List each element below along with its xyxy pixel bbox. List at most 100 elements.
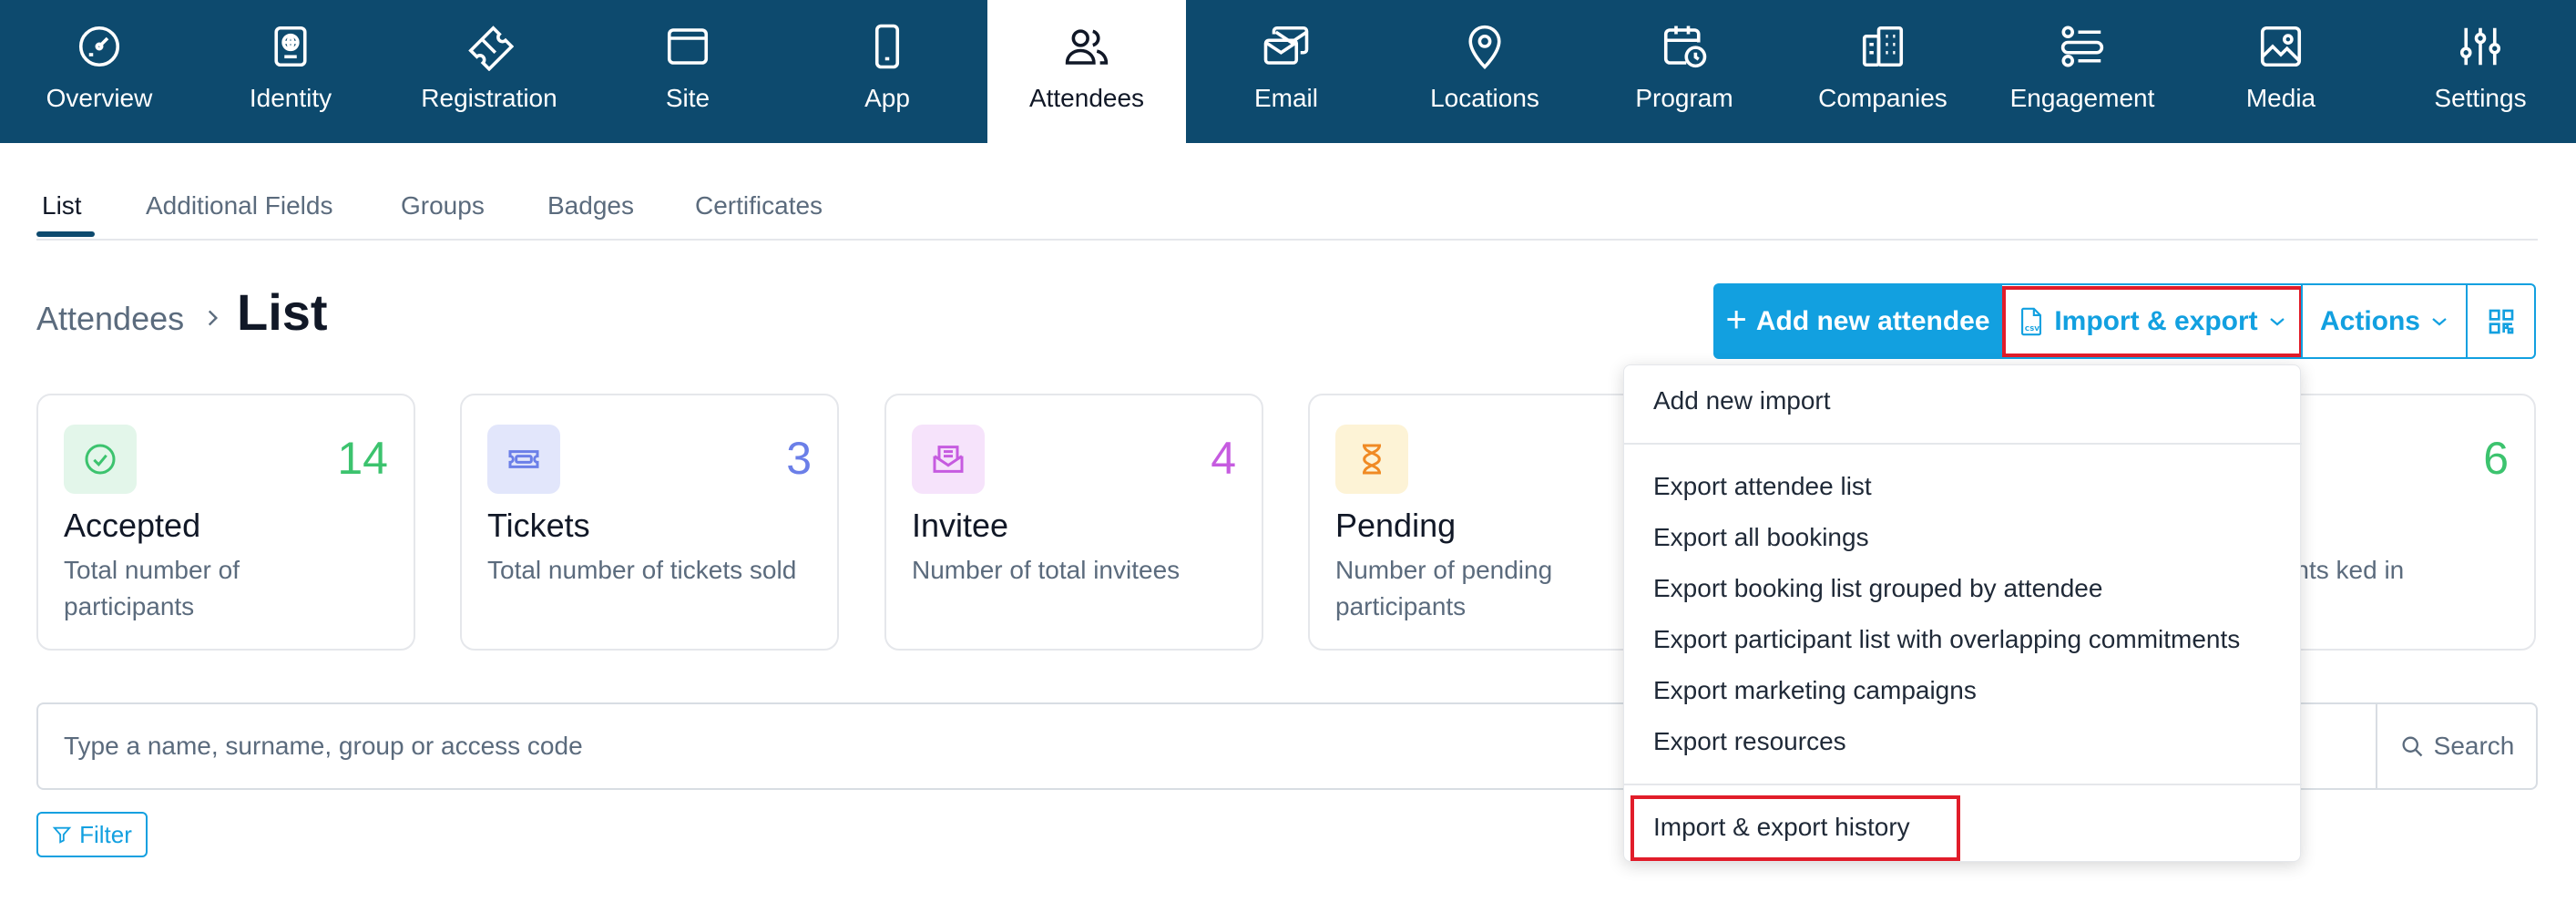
envelopes-icon (1263, 26, 1309, 65)
add-attendee-button[interactable]: + Add new attendee (1713, 283, 2002, 359)
menu-divider (1624, 443, 2302, 445)
tab-groups[interactable]: Groups (401, 191, 485, 220)
map-pin-icon (1468, 25, 1501, 70)
envelope-open-icon (933, 446, 964, 473)
menu-item-export-overlapping[interactable]: Export participant list with overlapping… (1653, 625, 2240, 654)
nav-item-locations[interactable]: Locations (1385, 0, 1584, 143)
card-count: 4 (1211, 433, 1236, 484)
qr-code-button[interactable] (2468, 285, 2535, 357)
nav-item-email[interactable]: Email (1187, 0, 1385, 143)
check-circle-icon (85, 444, 116, 475)
hourglass-icon (1363, 444, 1381, 475)
add-attendee-label: Add new attendee (1755, 305, 1990, 336)
qr-code-icon (2489, 309, 2514, 333)
card-count: 3 (786, 433, 812, 484)
icon-box (487, 425, 560, 494)
import-export-highlight (2002, 286, 2303, 357)
import-export-dropdown: Add new import Export attendee list Expo… (1623, 364, 2302, 862)
globe-id-card-icon (274, 26, 307, 67)
mobile-phone-icon (874, 24, 900, 69)
card-description: Number of total invitees (912, 556, 1181, 584)
dashboard-gauge-icon (78, 26, 120, 67)
actions-label: Actions (2319, 305, 2420, 336)
sub-tabs: List Additional Fields Groups Badges Cer… (36, 182, 2538, 241)
card-title: Pending (1335, 507, 1457, 544)
tab-list[interactable]: List (42, 191, 82, 220)
icon-box (1335, 425, 1408, 494)
nav-label: Site (665, 84, 710, 112)
image-icon (2260, 26, 2302, 67)
nav-item-program[interactable]: Program (1585, 0, 1784, 143)
active-tab-indicator (36, 231, 95, 237)
menu-item-export-resources[interactable]: Export resources (1653, 727, 1846, 756)
nav-label: Settings (2434, 84, 2527, 112)
nav-item-overview[interactable]: Overview (0, 0, 199, 143)
buildings-icon (1862, 26, 1904, 67)
nav-item-attendees[interactable]: Attendees (987, 0, 1186, 143)
menu-item-export-all-bookings[interactable]: Export all bookings (1653, 523, 1869, 552)
search-button-label: Search (2433, 732, 2515, 760)
card-description: Number of pending participants (1335, 556, 1553, 620)
chevron-down-icon (2432, 317, 2447, 325)
nav-label: Attendees (1028, 84, 1145, 112)
search-icon (2402, 736, 2422, 757)
card-title: Accepted (64, 507, 201, 544)
list-toggles-icon (2060, 26, 2104, 67)
stat-card-tickets[interactable]: 3 Tickets Total number of tickets sold (460, 394, 839, 651)
nav-item-site[interactable]: Site (588, 0, 787, 143)
nav-label: Registration (421, 84, 557, 112)
card-count: 14 (337, 433, 388, 484)
menu-divider (1624, 784, 2302, 785)
icon-box (64, 425, 137, 494)
history-highlight (1630, 795, 1960, 861)
page-title: List (237, 283, 328, 341)
breadcrumb-parent[interactable]: Attendees (36, 300, 184, 338)
card-title: Tickets (487, 507, 590, 544)
search-input[interactable] (64, 732, 1521, 761)
menu-item-export-booking-grouped[interactable]: Export booking list grouped by attendee (1653, 574, 2102, 603)
nav-label: Locations (1430, 84, 1539, 112)
stat-card-invitee[interactable]: 4 Invitee Number of total invitees (884, 394, 1263, 651)
nav-label: App (864, 84, 910, 112)
nav-item-identity[interactable]: Identity (191, 0, 390, 143)
ticket-icon (468, 26, 514, 71)
tab-additional-fields[interactable]: Additional Fields (146, 191, 332, 220)
chevron-right-icon (208, 310, 219, 326)
card-description: Total number of tickets sold (487, 556, 797, 584)
nav-label: Media (2245, 84, 2316, 112)
nav-item-media[interactable]: Media (2182, 0, 2380, 143)
nav-label: Identity (249, 84, 332, 112)
nav-item-engagement[interactable]: Engagement (1983, 0, 2182, 143)
nav-item-registration[interactable]: Registration (390, 0, 588, 143)
nav-label: Companies (1818, 84, 1947, 112)
card-title: Invitee (912, 507, 1009, 544)
nav-label: Email (1253, 84, 1318, 112)
calendar-clock-icon (1663, 26, 1707, 68)
nav-label: Overview (46, 84, 153, 112)
icon-box (912, 425, 985, 494)
tab-badges[interactable]: Badges (547, 191, 634, 220)
users-icon (1065, 29, 1109, 65)
nav-item-settings[interactable]: Settings (2381, 0, 2576, 143)
menu-item-add-import[interactable]: Add new import (1653, 386, 1831, 415)
nav-label: Engagement (2009, 84, 2155, 112)
filter-button[interactable]: Filter (36, 812, 148, 857)
nav-item-app[interactable]: App (788, 0, 986, 143)
search-button[interactable]: Search (2376, 704, 2536, 788)
actions-button[interactable]: Actions (2303, 285, 2467, 357)
plus-icon: + (1725, 299, 1747, 340)
filter-label: Filter (79, 820, 132, 848)
ticket-icon (508, 450, 539, 468)
card-count: 6 (2483, 433, 2509, 484)
stat-card-accepted[interactable]: 14 Accepted Total number of participants (36, 394, 415, 651)
menu-item-export-attendee-list[interactable]: Export attendee list (1653, 472, 1872, 501)
top-navigation: Overview Identity Registration Site App … (0, 0, 2576, 143)
sliders-icon (2459, 27, 2501, 66)
nav-item-companies[interactable]: Companies (1784, 0, 1982, 143)
browser-window-icon (667, 28, 709, 65)
card-description: Total number of participants (64, 556, 240, 620)
nav-label: Program (1635, 84, 1733, 112)
tab-certificates[interactable]: Certificates (695, 191, 823, 220)
menu-item-export-marketing[interactable]: Export marketing campaigns (1653, 676, 1977, 705)
filter-icon (52, 826, 72, 844)
